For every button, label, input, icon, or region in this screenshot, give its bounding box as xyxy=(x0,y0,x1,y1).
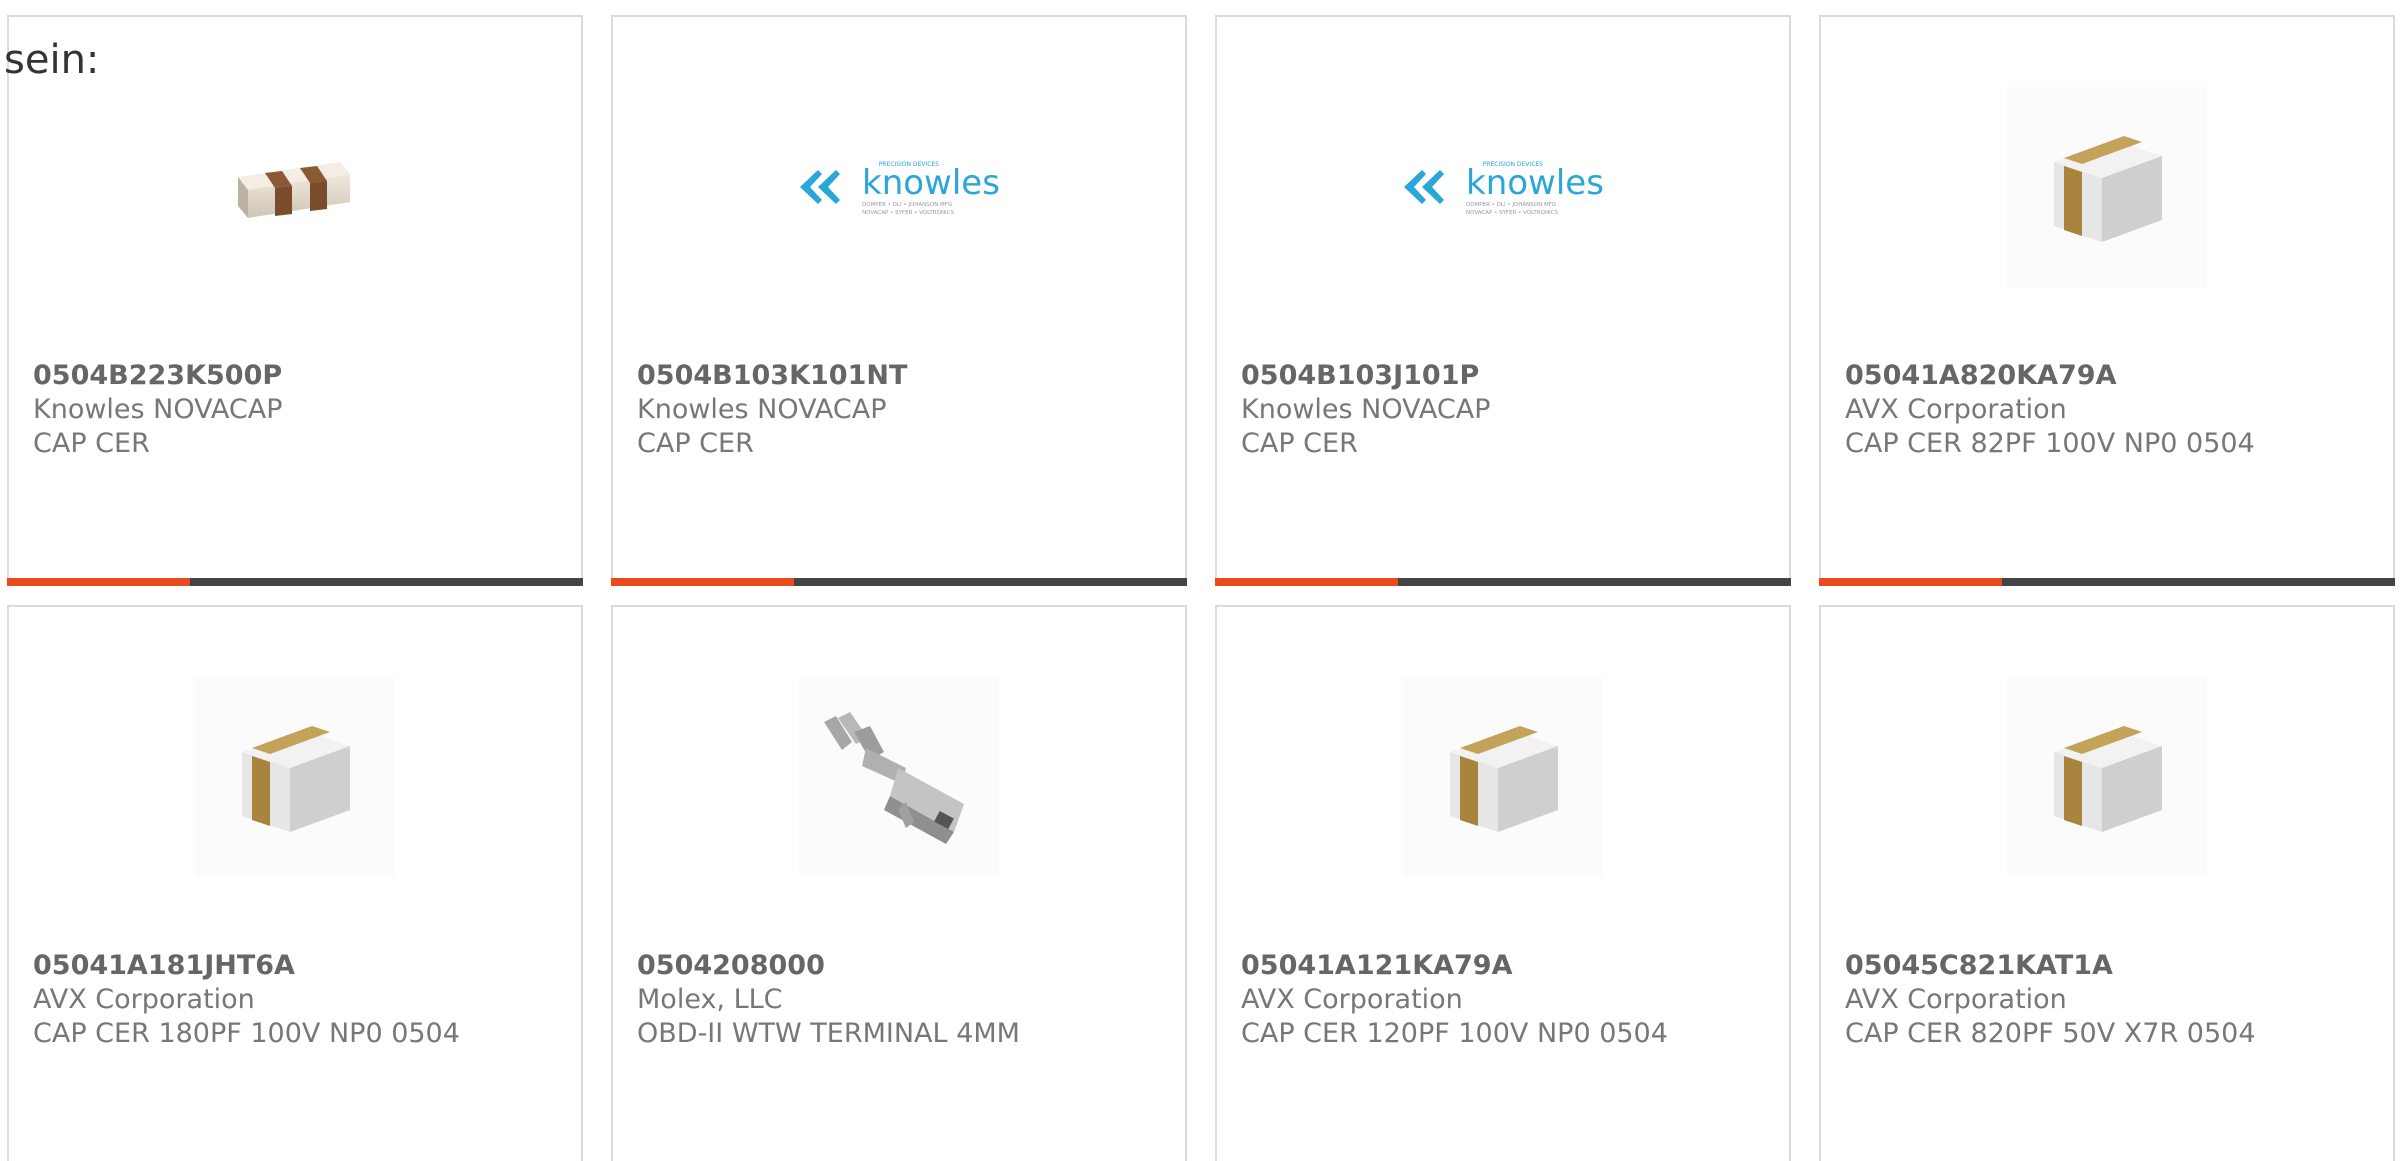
manufacturer: AVX Corporation xyxy=(1845,984,2067,1015)
part-number[interactable]: 05041A121KA79A xyxy=(1241,950,1512,981)
card-progress-accent xyxy=(1819,578,2002,586)
product-image xyxy=(2002,672,2212,882)
manufacturer: Molex, LLC xyxy=(637,984,783,1015)
description: CAP CER 180PF 100V NP0 0504 xyxy=(33,1018,460,1049)
part-number[interactable]: 05041A820KA79A xyxy=(1845,360,2116,391)
part-number[interactable]: 05045C821KAT1A xyxy=(1845,950,2113,981)
card-progress-bar xyxy=(1215,578,1791,586)
card-progress-bar xyxy=(1819,578,2395,586)
manufacturer: Knowles NOVACAP xyxy=(1241,394,1491,425)
manufacturer: AVX Corporation xyxy=(1241,984,1463,1015)
product-image xyxy=(1398,672,1608,882)
knowles-brands-line2: NOVACAP • SYFER • VOLTRONICS xyxy=(1466,210,1559,216)
manufacturer: Knowles NOVACAP xyxy=(637,394,887,425)
description: CAP CER 120PF 100V NP0 0504 xyxy=(1241,1018,1668,1049)
card-progress-bar xyxy=(7,578,583,586)
mlcc-cube-icon xyxy=(2007,677,2207,877)
intro-text: sein: xyxy=(4,37,100,83)
knowles-wordmark: knowles xyxy=(1466,163,1604,203)
description: CAP CER xyxy=(33,428,150,459)
manufacturer: AVX Corporation xyxy=(33,984,255,1015)
description: CAP CER xyxy=(1241,428,1358,459)
product-image xyxy=(2002,82,2212,292)
card-progress-accent xyxy=(7,578,190,586)
product-card[interactable]: 05041A820KA79A AVX Corporation CAP CER 8… xyxy=(1819,15,2395,586)
product-grid-page: sein: 0504B223K500P Knowles NOVACAP CAP … xyxy=(0,0,2400,1161)
knowles-brands-line1: DOMPER • DLI • JOHANSON MFG xyxy=(862,202,952,208)
product-image: PRECISION DEVICES knowles DOMPER • DLI •… xyxy=(794,82,1004,292)
mlcc-cube-icon xyxy=(195,677,395,877)
card-progress-accent xyxy=(611,578,794,586)
knowles-logo-icon: PRECISION DEVICES knowles DOMPER • DLI •… xyxy=(1404,161,1604,216)
product-image xyxy=(794,672,1004,882)
product-card[interactable]: PRECISION DEVICES knowles DOMPER • DLI •… xyxy=(611,15,1187,586)
mlcc-cube-icon xyxy=(2007,87,2207,287)
description: CAP CER 820PF 50V X7R 0504 xyxy=(1845,1018,2256,1049)
knowles-wordmark: knowles xyxy=(862,163,1000,203)
card-progress-accent xyxy=(1215,578,1398,586)
description: CAP CER 82PF 100V NP0 0504 xyxy=(1845,428,2255,459)
product-image xyxy=(190,672,400,882)
product-card[interactable]: 05045C821KAT1A AVX Corporation CAP CER 8… xyxy=(1819,605,2395,1161)
product-image xyxy=(190,82,400,292)
manufacturer: Knowles NOVACAP xyxy=(33,394,283,425)
description: CAP CER xyxy=(637,428,754,459)
chip-capacitor-striped-icon xyxy=(238,162,350,218)
mlcc-cube-icon xyxy=(1403,677,1603,877)
product-card[interactable]: PRECISION DEVICES knowles DOMPER • DLI •… xyxy=(1215,15,1791,586)
product-card[interactable]: 0504208000 Molex, LLC OBD-II WTW TERMINA… xyxy=(611,605,1187,1161)
part-number[interactable]: 0504B223K500P xyxy=(33,360,282,391)
product-card[interactable]: 0504B223K500P Knowles NOVACAP CAP CER xyxy=(7,15,583,586)
part-number[interactable]: 0504B103K101NT xyxy=(637,360,907,391)
knowles-brands-line2: NOVACAP • SYFER • VOLTRONICS xyxy=(862,210,955,216)
card-progress-bar xyxy=(611,578,1187,586)
crimp-terminal-icon xyxy=(799,677,999,877)
product-card[interactable]: 05041A181JHT6A AVX Corporation CAP CER 1… xyxy=(7,605,583,1161)
part-number[interactable]: 0504B103J101P xyxy=(1241,360,1479,391)
part-number[interactable]: 05041A181JHT6A xyxy=(33,950,295,981)
knowles-logo-icon: PRECISION DEVICES knowles DOMPER • DLI •… xyxy=(800,161,1000,216)
description: OBD-II WTW TERMINAL 4MM xyxy=(637,1018,1020,1049)
product-card[interactable]: 05041A121KA79A AVX Corporation CAP CER 1… xyxy=(1215,605,1791,1161)
product-image: PRECISION DEVICES knowles DOMPER • DLI •… xyxy=(1398,82,1608,292)
part-number[interactable]: 0504208000 xyxy=(637,950,825,981)
manufacturer: AVX Corporation xyxy=(1845,394,2067,425)
knowles-brands-line1: DOMPER • DLI • JOHANSON MFG xyxy=(1466,202,1556,208)
